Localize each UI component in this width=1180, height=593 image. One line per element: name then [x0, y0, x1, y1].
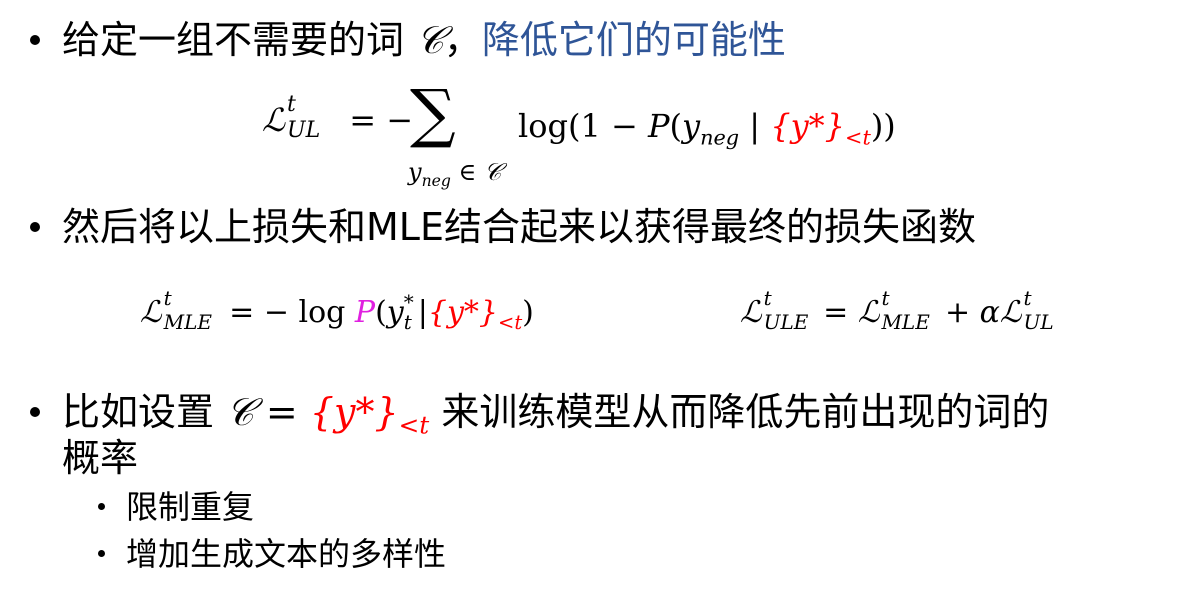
bullet-3-line-2: 概率 [62, 436, 138, 480]
ule-equals: = [813, 295, 858, 330]
ul-equals: = − [349, 101, 414, 139]
bullet-3-set-sub: <t [398, 410, 430, 440]
ul-log: log(1 − [518, 107, 648, 145]
mle-equals: = − log [219, 295, 355, 330]
mle-lhs-sup: t [163, 286, 172, 310]
bullet-1-text: 给定一组不需要的词 [62, 18, 417, 62]
ul-lhs-sup: t [287, 92, 296, 117]
mle-y-t-sup: * [403, 290, 414, 314]
bullet-1-comma: ， [443, 18, 482, 62]
ul-sum-sub-var-sub: neg [421, 171, 451, 190]
ul-y-neg: y [682, 107, 701, 145]
bullet-3-text: 比如设置 [62, 390, 227, 434]
mle-y-t: y [386, 295, 404, 330]
sub-item-label: 增加生成文本的多样性 [126, 535, 447, 573]
sub-item-label: 限制重复 [126, 488, 255, 526]
bullet-3-eq-sign: = [253, 390, 310, 434]
ul-lhs-sub: UL [287, 118, 321, 143]
ul-cond-sub: <t [845, 125, 871, 150]
equation-ule: ℒ t ULE = ℒ t MLE + αℒ t UL [740, 288, 1058, 332]
bullet-3-text-2: 来训练模型从而降低先前出现的词的 [429, 390, 1050, 434]
mle-lhs-sub: MLE [163, 310, 212, 334]
bullet-3-set-expr: {y*} [309, 390, 399, 434]
ul-sum-sub-var: y [408, 158, 422, 186]
bullet-1-highlight: 降低它们的可能性 [481, 18, 786, 62]
mle-close: ) [522, 295, 534, 330]
mle-cond-set: {y*} [427, 295, 498, 330]
sub-item: 增加生成文本的多样性 [126, 535, 446, 573]
mle-bar: | [417, 295, 428, 330]
ule-rhs2-sup: t [1023, 286, 1032, 310]
ul-sum-sub: yneg ∈ 𝒞 [408, 158, 502, 189]
ul-close: )) [870, 107, 896, 145]
ul-cond-set: {y*} [770, 107, 846, 145]
sub-item: 限制重复 [126, 488, 254, 526]
ule-rhs1-L: ℒ [857, 295, 880, 330]
mle-cond-sub: <t [497, 311, 523, 334]
ule-rhs2-L: ℒ [999, 295, 1022, 330]
ule-plus-alpha: + α [935, 295, 1000, 330]
ul-paren-open: ( [669, 107, 682, 145]
bullet-2-text: 然后将以上损失和MLE结合起来以获得最终的损失函数 [62, 205, 976, 249]
ule-rhs1-sup: t [881, 286, 890, 310]
equation-mle: ℒ t MLE = − log P(y * t |{y*}<t) [140, 288, 534, 332]
ule-lhs-sub: ULE [763, 310, 809, 334]
ul-bar: | [739, 107, 771, 145]
bullet-dot [30, 222, 40, 232]
mle-P: P [354, 295, 376, 330]
bullet-1: 给定一组不需要的词 𝒞，降低它们的可能性 [62, 18, 786, 62]
sub-bullet-dot [98, 503, 105, 510]
set-c-symbol: 𝒞 [416, 18, 444, 62]
ule-lhs-L: ℒ [740, 295, 762, 330]
bullet-2: 然后将以上损失和MLE结合起来以获得最终的损失函数 [62, 205, 976, 249]
bullet-dot [30, 407, 40, 417]
sub-bullet-dot [98, 550, 105, 557]
ule-rhs2-sub: UL [1023, 310, 1054, 334]
mle-arg-open: ( [375, 295, 387, 330]
bullet-dot [30, 35, 40, 45]
ule-rhs1-sub: MLE [881, 310, 930, 334]
mle-lhs-L: ℒ [140, 295, 162, 330]
bullet-3: 比如设置 𝒞 = {y*}<t 来训练模型从而降低先前出现的词的 [62, 390, 1050, 437]
set-c-symbol: 𝒞 [226, 390, 254, 434]
ul-sum-sub-in: ∈ 𝒞 [450, 158, 502, 186]
equation-ul: ℒ t UL = − [262, 94, 414, 142]
ul-y-neg-sub: neg [700, 125, 740, 150]
ule-lhs-sup: t [763, 286, 772, 310]
bullet-3-text-line2: 概率 [62, 436, 139, 480]
ul-P: P [647, 107, 670, 145]
ul-sum-symbol: ∑ [410, 77, 456, 151]
ul-lhs-L: ℒ [262, 101, 286, 139]
ul-log-expression: log(1 − P(yneg | {y*}<t)) [518, 107, 896, 148]
mle-y-t-sub: t [403, 310, 412, 334]
